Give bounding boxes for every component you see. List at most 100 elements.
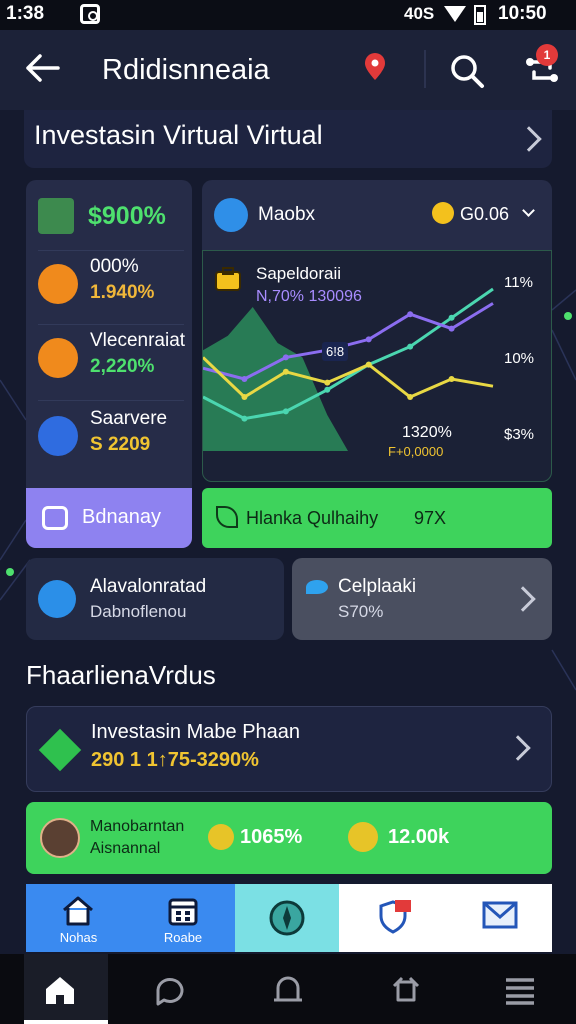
summary-item-value: S 2209 [90,434,151,455]
separator [38,250,184,251]
home-icon[interactable] [42,972,78,1008]
gear-icon [38,338,78,378]
chart-point [282,408,289,415]
chart-point [448,314,455,321]
quick-tabs: Nohas Roabe [26,884,552,952]
headline-title: Investasin Virtual Virtual [34,120,323,150]
summary-item-label: Saarvere [90,408,168,429]
chart-point [448,376,455,382]
avatar [40,818,80,858]
summary-item-value: 2,220% [90,356,155,377]
portfolio-summary-panel: $900% 000% 1.940% Vlecenraiat 2,220% Saa… [26,180,192,548]
chart-point [282,368,289,375]
promo-value-2: 12.00k [388,826,450,848]
group-icon [42,506,68,530]
calendar-icon [168,898,198,926]
chart-point [241,415,248,422]
chart-point [448,325,455,332]
line-chart [201,287,494,451]
coin-icon [208,824,234,850]
separator [38,400,184,401]
home-badge-icon [38,580,76,618]
quick-tab-security[interactable] [339,884,445,952]
app-bar: Rdidisnneaia 1 [0,30,576,110]
promo-line-1: Manobarntan [90,818,185,835]
chart-plot[interactable] [201,250,552,482]
headline-card[interactable]: Investasin Virtual Virtual [24,110,552,168]
market-chart-card: Maobx G0.06 [201,180,552,482]
chart-point [241,376,248,382]
mini-card[interactable]: Alavalonratad Dabnoflenou [26,558,284,640]
bottom-navigation [0,954,576,1024]
status-time: 1:38 [6,3,45,24]
mini-card-subtitle: Dabnoflenou [90,602,187,621]
quick-tab-messages[interactable] [445,884,552,952]
chevron-right-icon [505,735,531,761]
promo-line-2: Aisnannal [90,840,161,857]
mail-icon [482,901,518,929]
summary-item-label: Vlecenraiat [90,330,186,351]
summary-item-value: 1.940% [90,282,155,303]
share-box-icon[interactable] [388,972,424,1008]
promo-banner[interactable]: Manobarntan Aisnannal 1065% 12.00k [26,802,552,874]
asset-name: Maobx [258,204,316,225]
chat-bubble-icon[interactable] [152,972,188,1008]
summary-item[interactable]: Saarvere S 2209 [38,406,188,466]
location-pin-icon[interactable] [362,52,388,82]
summary-item-label: 000% [90,256,139,277]
chart-point [365,361,372,368]
coin-icon [348,822,378,852]
mini-card[interactable]: Celplaaki S70% [292,558,552,640]
chart-point [324,386,331,393]
bird-icon [306,580,328,594]
chart-point [365,336,372,343]
mini-card-title: Alavalonratad [90,576,207,597]
mini-card-title: Celplaaki [338,576,417,597]
summary-total-value: $900% [88,202,166,230]
quick-tab-records[interactable]: Roabe [131,884,235,952]
investment-title: Investasin Mabe Phaan [91,721,301,743]
mini-card-subtitle: S70% [338,602,384,621]
coin-icon [432,202,454,224]
battery-icon [474,5,486,25]
section-title: FhaarlienaVrdus [26,660,216,690]
house-icon [63,896,93,926]
shield-icon [38,416,78,456]
investment-card[interactable]: Investasin Mabe Phaan 290 1 1↑75-3290% [26,706,552,792]
app-title: Rdidisnneaia [102,54,270,86]
asset-icon [214,198,248,232]
quick-tab-explore[interactable] [235,884,339,952]
search-icon[interactable] [448,52,486,90]
summary-action-label: Bdnanay [82,506,161,528]
promo-value-1: 1065% [240,826,303,848]
quality-label: Hlanka Qulhaihy [246,508,379,528]
quick-tab-label: Roabe [163,930,203,945]
shield-flag-icon [379,900,411,934]
summary-item[interactable]: 000% 1.940% [38,254,188,314]
quality-value: 97X [414,508,447,528]
chevron-down-icon[interactable] [522,204,535,217]
menu-icon[interactable] [502,972,538,1008]
summary-action-button[interactable]: Bdnanay [26,488,192,548]
investment-value: 290 1 1↑75-3290% [91,749,259,771]
quick-tab-label: Nohas [59,930,98,945]
notification-badge: 1 [536,44,558,66]
check-diamond-icon [38,728,82,772]
chevron-right-icon [516,126,542,152]
leaf-icon [216,506,238,528]
app-bar-divider [424,50,426,88]
status-bar: 1:38 40S 10:50 [0,0,576,30]
quick-tab-home[interactable]: Nohas [26,884,131,952]
chart-point [407,394,414,400]
status-clock: 10:50 [498,3,547,24]
chart-point [324,379,331,386]
chevron-right-icon [510,586,536,612]
quality-bar[interactable]: Hlanka Qulhaihy 97X [202,488,552,548]
asset-price: G0.06 [460,204,510,224]
chart-point [241,394,248,400]
separator [38,324,184,325]
summary-item[interactable]: Vlecenraiat 2,220% [38,328,188,388]
back-arrow-icon[interactable] [22,48,62,88]
notification-icon [80,4,100,24]
bell-icon[interactable] [270,972,306,1008]
